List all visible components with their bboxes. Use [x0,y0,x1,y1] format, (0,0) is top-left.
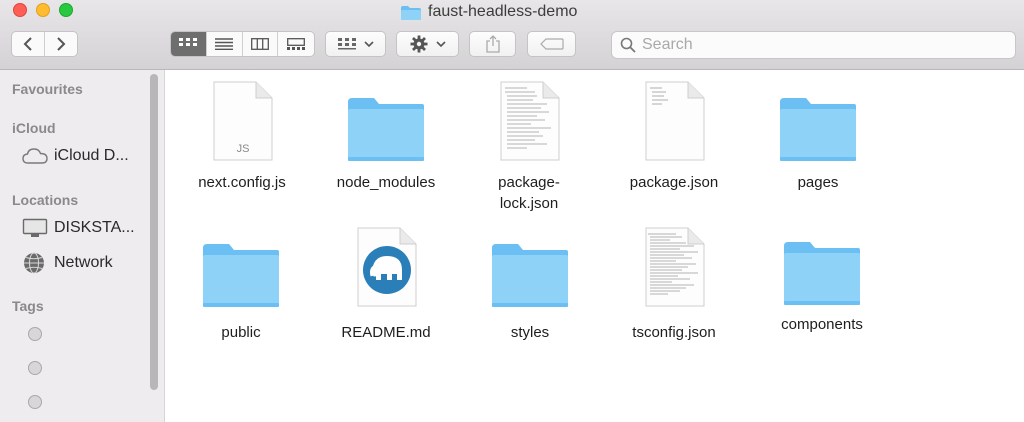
sidebar-header-tags: Tags [12,298,44,314]
view-mode-control [170,31,315,57]
folder-icon [773,78,863,162]
chevron-right-icon [57,37,66,51]
sidebar-item-diskstation[interactable]: DISKSTA... [22,218,135,238]
folder-name: node_modules [336,174,436,191]
monitor-icon [22,218,48,237]
file-name: next.config.js [198,174,286,191]
sidebar-scrollbar[interactable] [150,74,158,390]
sidebar-item-network[interactable]: Network [22,252,113,274]
sidebar: Favourites iCloud iCloud D... Locations … [0,70,165,422]
file-item[interactable]: JS next.config.js [172,78,312,193]
share-button[interactable] [469,31,516,57]
edit-tags-button[interactable] [527,31,576,57]
forward-button[interactable] [45,32,78,56]
folder-item[interactable]: pages [748,78,888,193]
tag-icon [539,38,564,50]
list-view-button[interactable] [207,32,243,56]
window-title-text: faust-headless-demo [428,3,578,20]
file-name: package.json [629,174,719,191]
sidebar-item-label: Network [54,254,113,271]
gallery-view-button[interactable] [278,32,314,56]
chevron-down-icon [363,41,374,48]
folder-name: styles [510,324,550,341]
sidebar-header-favourites: Favourites [12,81,83,97]
file-name: tsconfig.json [632,324,716,341]
icon-grid-icon [179,38,198,46]
folder-icon [196,224,286,308]
nav-buttons [11,31,78,57]
sidebar-item-label: DISKSTA... [54,219,135,236]
icon-grid-icon [337,38,356,50]
text-document-icon [484,78,574,162]
folder-item[interactable]: components [752,222,892,335]
tag-color-dot[interactable] [28,361,42,375]
text-document-icon [629,224,719,308]
back-button[interactable] [12,32,45,56]
js-file-icon: JS [197,78,287,162]
folder-icon [777,222,867,306]
icon-view-button[interactable] [171,32,207,56]
tag-color-dot[interactable] [28,395,42,409]
chevron-left-icon [23,37,32,51]
file-item[interactable]: package.json [604,78,744,193]
folder-name: components [781,316,863,333]
folder-item[interactable]: styles [460,224,600,343]
close-window-button[interactable] [13,3,27,17]
sidebar-header-locations: Locations [12,192,79,208]
folder-name: pages [797,174,839,191]
sidebar-item-icloud-drive[interactable]: iCloud D... [22,147,129,165]
folder-icon [485,224,575,308]
mamp-document-icon [341,224,431,308]
file-name: README.md [341,324,431,341]
file-badge: JS [237,143,250,155]
folder-item[interactable]: public [171,224,311,343]
minimize-window-button[interactable] [36,3,50,17]
file-item[interactable]: package- lock.json [459,78,599,214]
sidebar-item-label: iCloud D... [54,147,129,164]
folder-icon [341,78,431,162]
gallery-icon [287,38,306,50]
list-icon [215,38,234,50]
window-title: faust-headless-demo [400,1,577,23]
action-button[interactable] [396,31,459,57]
text-document-icon [629,78,719,162]
search-icon [620,37,636,53]
sidebar-header-icloud: iCloud [12,120,56,136]
search-field[interactable] [611,31,1016,59]
globe-icon [24,252,44,274]
column-view-button[interactable] [243,32,279,56]
file-name: package- lock.json [498,174,560,212]
search-input[interactable] [642,36,1002,54]
columns-icon [250,38,269,50]
chevron-down-icon [435,41,446,48]
tag-color-dot[interactable] [28,327,42,341]
gear-icon [410,35,427,53]
toolbar: faust-headless-demo [0,0,1024,70]
folder-item[interactable]: node_modules [316,78,456,193]
file-item[interactable]: README.md [316,224,456,343]
folder-icon [400,5,422,20]
group-by-button[interactable] [325,31,386,57]
file-grid: JS next.config.js node_modules package- … [165,70,1024,422]
folder-name: public [221,324,261,341]
share-icon [485,35,500,53]
cloud-icon [22,148,48,164]
zoom-window-button[interactable] [59,3,73,17]
file-item[interactable]: tsconfig.json [604,224,744,343]
